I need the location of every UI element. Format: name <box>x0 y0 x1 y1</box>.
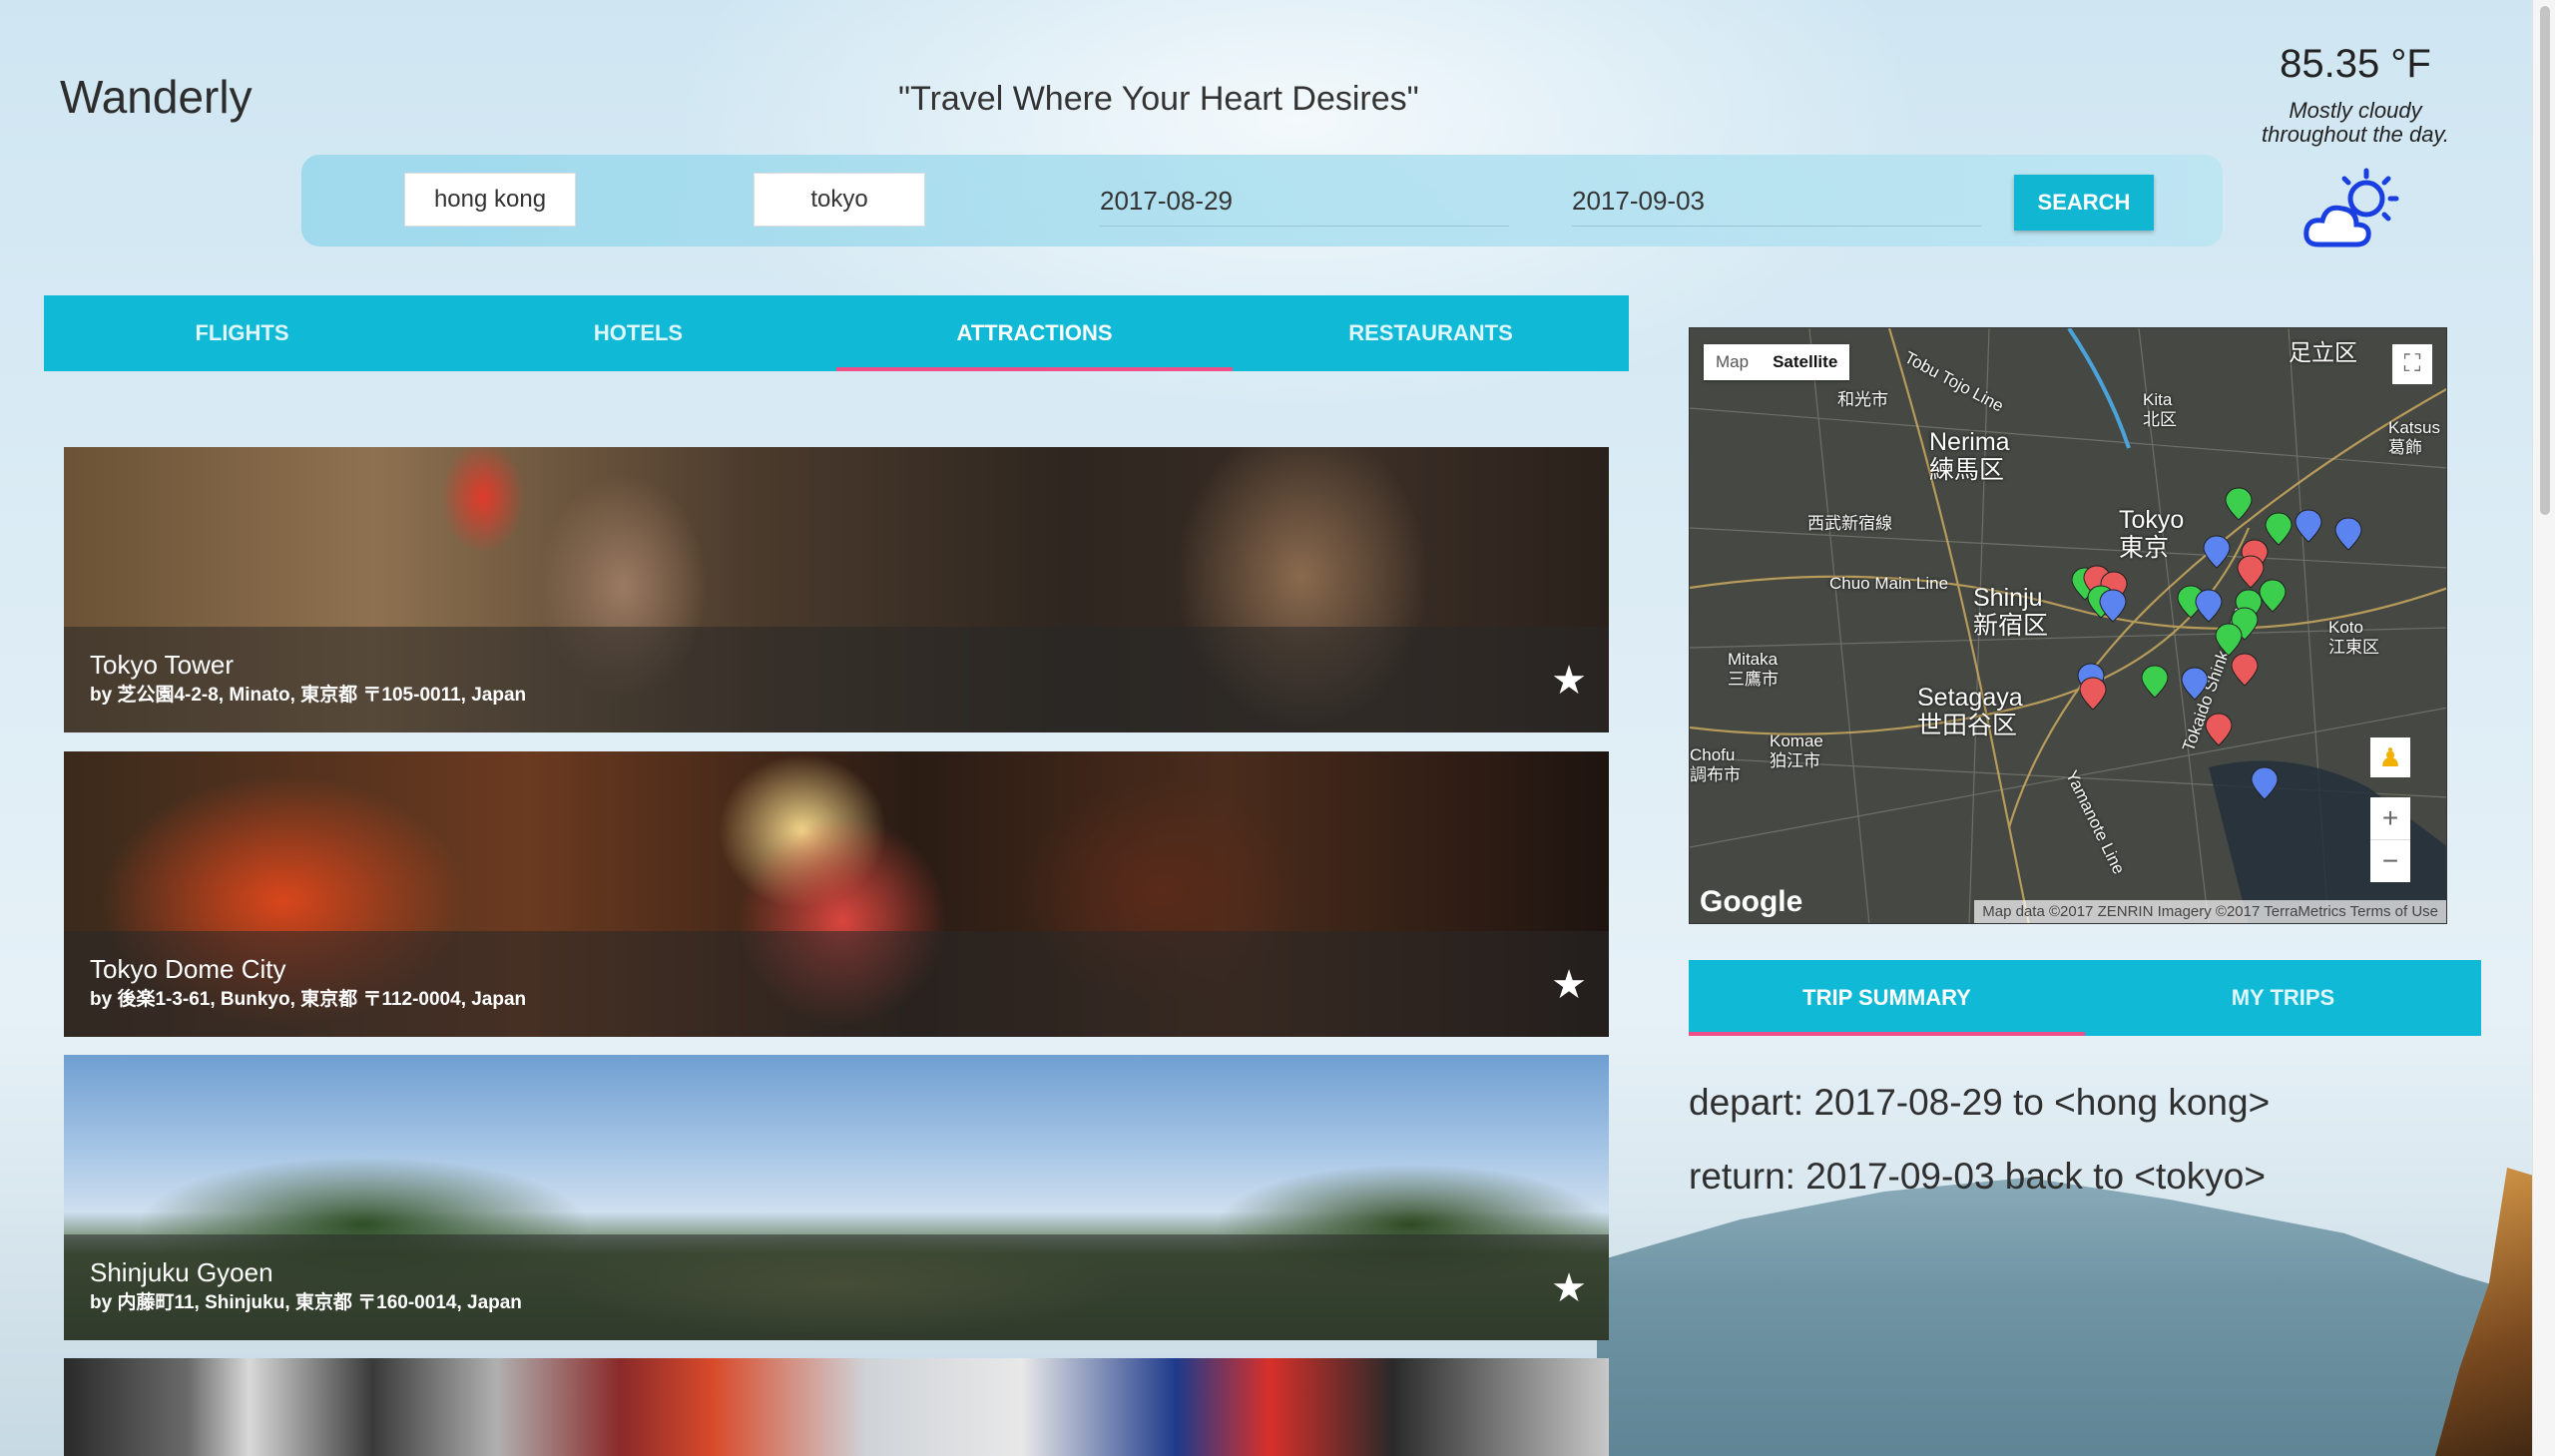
origin-input[interactable]: hong kong <box>404 173 576 227</box>
search-button[interactable]: SEARCH <box>2014 175 2154 231</box>
map-type-toggle: Map Satellite <box>1704 344 1850 380</box>
map-marker-icon <box>2251 766 2279 800</box>
map-marker-icon <box>2215 623 2243 657</box>
weather-condition-line1: Mostly cloudy <box>2289 98 2422 123</box>
fullscreen-icon[interactable]: ⛶ <box>2392 344 2432 384</box>
attraction-name: Tokyo Tower <box>90 650 235 680</box>
map-marker-icon <box>2181 667 2209 701</box>
tab-flights[interactable]: FLIGHTS <box>44 295 440 371</box>
attraction-address: by 芝公園4-2-8, Minato, 東京都 〒105-0011, Japa… <box>90 685 527 706</box>
attraction-card[interactable]: Shinjuku Gyoen by 内藤町11, Shinjuku, 東京都 〒… <box>64 1055 1609 1340</box>
attraction-card[interactable]: Tokyo Tower by 芝公園4-2-8, Minato, 東京都 〒10… <box>64 447 1609 732</box>
tab-restaurants[interactable]: RESTAURANTS <box>1233 295 1629 371</box>
map-marker-icon <box>2231 653 2259 687</box>
tab-hotels[interactable]: HOTELS <box>440 295 836 371</box>
map-marker-icon <box>2203 535 2231 569</box>
weather-condition-line2: throughout the day. <box>2262 122 2449 147</box>
map-marker-icon <box>2237 555 2265 589</box>
map-marker-icon <box>2141 665 2169 699</box>
scrollbar-thumb[interactable] <box>2540 6 2550 515</box>
zoom-control: + − <box>2370 797 2410 882</box>
favorite-star-icon[interactable]: ★ <box>1551 1268 1587 1308</box>
weather-temperature: 85.35 °F <box>2280 42 2431 86</box>
brand-logo[interactable]: Wanderly <box>60 70 253 124</box>
favorite-star-icon[interactable]: ★ <box>1551 661 1587 701</box>
attraction-address: by 後楽1-3-61, Bunkyo, 東京都 〒112-0004, Japa… <box>90 989 527 1010</box>
map-marker-icon <box>2225 487 2253 521</box>
map-type-satellite-button[interactable]: Satellite <box>1761 344 1849 380</box>
map-marker-icon <box>2295 509 2322 543</box>
page-tagline: "Travel Where Your Heart Desires" <box>898 80 1419 118</box>
google-logo: Google <box>1700 885 1803 918</box>
attraction-photo <box>64 1358 1609 1456</box>
zoom-out-button[interactable]: − <box>2370 839 2410 882</box>
tab-trip-summary[interactable]: TRIP SUMMARY <box>1689 960 2085 1036</box>
partly-cloudy-icon <box>2303 168 2399 247</box>
trip-depart: depart: 2017-08-29 to <hong kong> <box>1689 1082 2271 1123</box>
street-view-pegman-icon[interactable]: ♟ <box>2370 737 2410 777</box>
weather-condition: Mostly cloudy throughout the day. <box>2246 99 2465 147</box>
map-marker-icon <box>2265 512 2293 546</box>
tab-my-trips[interactable]: MY TRIPS <box>2085 960 2481 1036</box>
map-marker-icon <box>2259 579 2287 613</box>
zoom-in-button[interactable]: + <box>2370 797 2410 839</box>
map-type-map-button[interactable]: Map <box>1704 344 1761 380</box>
map-attribution[interactable]: Map data ©2017 ZENRIN Imagery ©2017 Terr… <box>1974 900 2446 923</box>
map-marker-icon <box>2099 589 2127 623</box>
map-marker-icon <box>2079 677 2107 711</box>
map-markers <box>2071 487 2362 800</box>
weather-widget: 85.35 °F Mostly cloudy throughout the da… <box>2246 42 2465 259</box>
attraction-name: Shinjuku Gyoen <box>90 1257 273 1287</box>
attractions-map[interactable]: Nerima 練馬区 Tokyo 東京 Shinju 新宿区 Setagaya … <box>1689 327 2447 924</box>
page-scrollbar[interactable] <box>2532 0 2555 1456</box>
tab-attractions[interactable]: ATTRACTIONS <box>836 295 1233 371</box>
search-bar: hong kong tokyo 2017-08-29 2017-09-03 SE… <box>301 155 2223 246</box>
attraction-name: Tokyo Dome City <box>90 954 286 984</box>
summary-tabs: TRIP SUMMARY MY TRIPS <box>1689 960 2481 1036</box>
favorite-star-icon[interactable]: ★ <box>1551 965 1587 1005</box>
return-date-field[interactable]: 2017-09-03 <box>1572 177 1981 227</box>
attraction-card[interactable]: Tokyo Dome City by 後楽1-3-61, Bunkyo, 東京都… <box>64 751 1609 1037</box>
map-marker-icon <box>2205 713 2233 746</box>
map-marker-icon <box>2195 589 2223 623</box>
trip-return: return: 2017-09-03 back to <tokyo> <box>1689 1156 2266 1197</box>
attraction-card[interactable] <box>64 1358 1609 1456</box>
map-marker-icon <box>2334 517 2362 551</box>
destination-input[interactable]: tokyo <box>754 173 925 227</box>
depart-date-field[interactable]: 2017-08-29 <box>1100 177 1509 227</box>
attraction-address: by 内藤町11, Shinjuku, 東京都 〒160-0014, Japan <box>90 1292 522 1313</box>
main-tabs: FLIGHTS HOTELS ATTRACTIONS RESTAURANTS <box>44 295 1629 371</box>
